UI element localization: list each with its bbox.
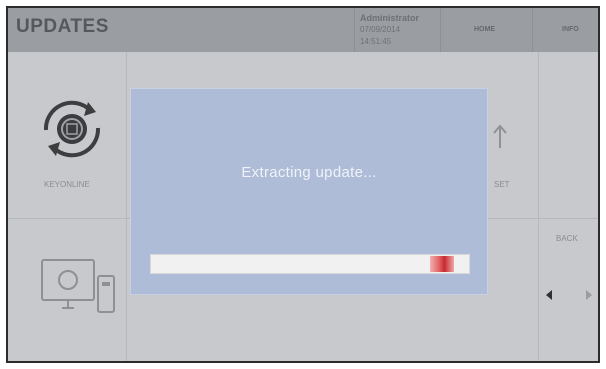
header-divider xyxy=(440,8,441,52)
upload-tile[interactable] xyxy=(492,124,508,155)
progress-indicator xyxy=(430,256,454,272)
next-page-button[interactable] xyxy=(584,288,594,306)
upload-arrow-icon xyxy=(493,124,507,148)
computer-tile[interactable] xyxy=(40,258,118,323)
sync-icon xyxy=(43,100,101,158)
set-label: SET xyxy=(494,180,510,189)
page-title: UPDATES xyxy=(16,16,109,37)
device-screen: UPDATES Administrator 07/09/2014 14:51:4… xyxy=(6,6,600,363)
tile-divider xyxy=(538,52,539,361)
info-button[interactable]: INFO xyxy=(562,26,579,33)
status-message: Extracting update... xyxy=(241,164,377,181)
prev-page-button[interactable] xyxy=(544,288,554,306)
header-bar: UPDATES Administrator 07/09/2014 14:51:4… xyxy=(8,8,598,52)
keyonline-tile[interactable] xyxy=(36,96,108,167)
tile-divider xyxy=(126,52,127,361)
date-text: 07/09/2014 xyxy=(360,25,401,34)
home-button[interactable]: HOME xyxy=(474,26,495,33)
back-button[interactable]: BACK xyxy=(556,234,578,243)
computer-icon xyxy=(41,259,115,313)
prev-arrow-icon xyxy=(546,290,552,300)
update-dialog: Extracting update... xyxy=(130,88,488,295)
time-text: 14:51:45 xyxy=(360,37,392,46)
progress-bar xyxy=(150,254,470,274)
user-info: Administrator 07/09/2014 14:51:45 xyxy=(360,12,419,48)
header-divider xyxy=(354,8,355,52)
keyonline-label: KEYONLINE xyxy=(44,180,90,189)
header-divider xyxy=(532,8,533,52)
next-arrow-icon xyxy=(586,290,592,300)
user-name: Administrator xyxy=(360,13,420,23)
